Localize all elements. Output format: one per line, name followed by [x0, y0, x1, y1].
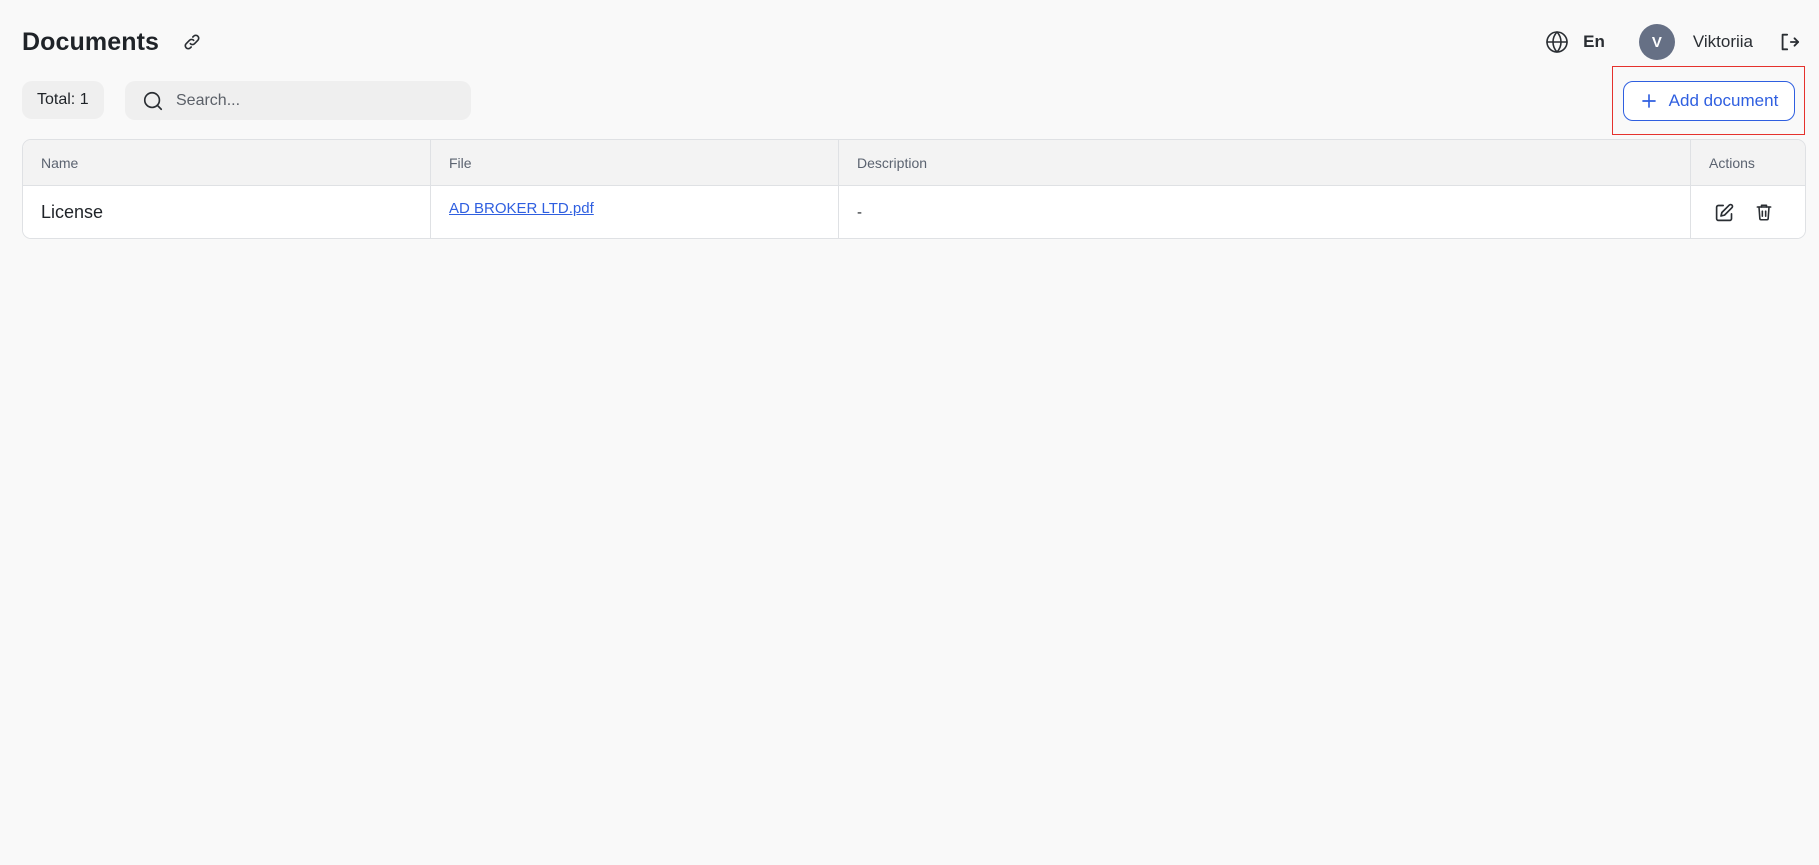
column-header-file: File: [431, 140, 839, 185]
language-label: En: [1583, 32, 1605, 51]
add-document-button[interactable]: Add document: [1623, 81, 1795, 121]
plus-icon: [1640, 92, 1658, 110]
actions-cell: [1691, 186, 1805, 238]
column-header-name: Name: [23, 140, 431, 185]
file-cell: AD BROKER LTD.pdf: [431, 186, 839, 238]
user-name[interactable]: Viktoriia: [1693, 32, 1753, 52]
page-title: Documents: [22, 27, 160, 56]
logout-icon[interactable]: [1773, 26, 1805, 58]
document-description: -: [839, 186, 1691, 238]
link-icon[interactable]: [176, 26, 208, 58]
edit-icon[interactable]: [1709, 197, 1739, 227]
column-header-actions: Actions: [1709, 154, 1755, 171]
table-row: License AD BROKER LTD.pdf -: [23, 186, 1805, 238]
search-input[interactable]: [174, 90, 438, 111]
title-group: Documents: [22, 26, 208, 58]
avatar[interactable]: V: [1638, 24, 1675, 60]
page-header: Documents En V Viktoriia: [22, 18, 1805, 66]
document-name: License: [23, 186, 431, 238]
search-icon: [142, 90, 164, 112]
toolbar: Total: 1 Add document: [22, 66, 1805, 135]
search-box: [125, 81, 471, 120]
trash-icon[interactable]: [1749, 197, 1779, 227]
header-actions: En V Viktoriia: [1541, 24, 1805, 60]
file-link[interactable]: AD BROKER LTD.pdf: [449, 200, 594, 217]
documents-page: Documents En V Viktoriia Total: 1 Search…: [0, 0, 1819, 865]
column-header-description: Description: [839, 140, 1691, 185]
language-switcher[interactable]: En: [1541, 26, 1605, 58]
documents-table: Name File Description Actions License AD…: [22, 139, 1806, 239]
globe-icon: [1541, 26, 1573, 58]
table-header-row: Name File Description Actions: [23, 140, 1805, 186]
add-document-label: Add document: [1668, 91, 1779, 110]
total-badge: Total: 1: [22, 81, 104, 119]
